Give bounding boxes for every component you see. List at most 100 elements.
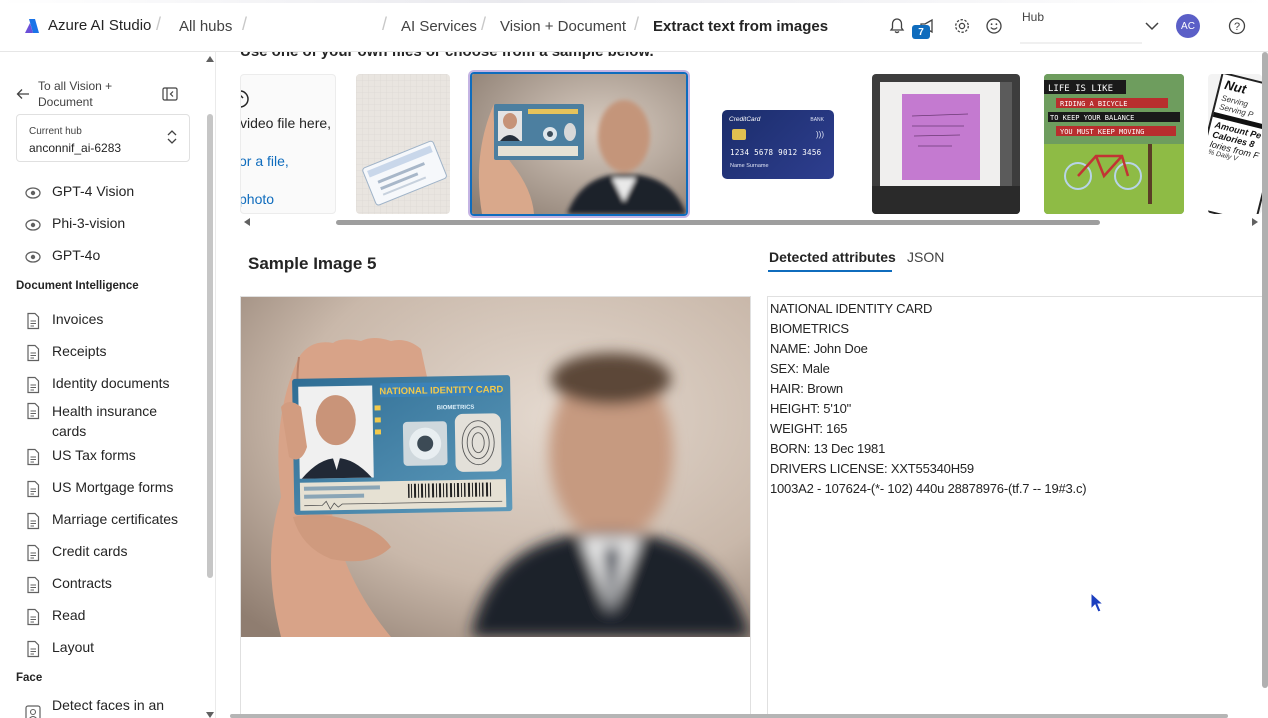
document-icon <box>27 344 40 362</box>
sidebar-item-read[interactable]: Read <box>24 607 85 626</box>
sample-thumbnail-credit-card[interactable]: CreditCard BANK ))) 1234 5678 9012 3456 … <box>706 74 846 214</box>
carousel-scroll-right-icon[interactable] <box>1252 218 1258 226</box>
upload-drop-text: video file here, <box>240 115 332 131</box>
breadcrumb-ai-services[interactable]: AI Services <box>401 18 477 35</box>
sample-thumbnail-nutrition-label[interactable]: Nut Serving Serving P Amount Pe Calories… <box>1208 74 1262 214</box>
page-scrollbar[interactable] <box>1262 52 1268 688</box>
take-photo-link[interactable]: photo <box>241 191 274 207</box>
sample-image-title: Sample Image 5 <box>248 254 377 273</box>
sidebar-item-health-insurance-cards[interactable]: Health insurance cards <box>24 401 170 441</box>
scroll-down-arrow-icon[interactable] <box>206 712 214 718</box>
breadcrumb-separator: / <box>156 14 162 34</box>
eye-icon <box>25 251 41 263</box>
notifications-bell-icon[interactable] <box>887 16 907 36</box>
sidebar-item-label: Health insurance cards <box>52 403 158 439</box>
attribute-line: BIOMETRICS <box>770 321 849 336</box>
carousel-scrollbar[interactable] <box>336 220 1100 225</box>
sidebar-item-gpt4o[interactable]: GPT-4o <box>24 247 100 266</box>
feedback-smiley-icon[interactable] <box>984 16 1004 36</box>
user-avatar[interactable]: AC <box>1176 14 1200 38</box>
credit-card-number: 1234 5678 9012 3456 <box>730 148 822 157</box>
social-security-card-thumbnail <box>356 74 450 214</box>
sidebar-scrollbar[interactable] <box>207 114 213 578</box>
sidebar-item-layout[interactable]: Layout <box>24 639 94 658</box>
tab-json[interactable]: JSON <box>907 249 944 265</box>
credit-card-bank: BANK <box>810 117 824 123</box>
sidebar-item-label: Contracts <box>52 575 112 591</box>
hub-selector-label: Hub <box>1022 10 1045 24</box>
sidebar-item-marriage-certificates[interactable]: Marriage certificates <box>24 511 178 530</box>
back-to-vision-document-link[interactable]: To all Vision + Document <box>16 78 148 110</box>
credit-card-image: CreditCard BANK ))) 1234 5678 9012 3456 … <box>722 110 834 179</box>
nutrition-label-image: Nut Serving Serving P Amount Pe Calories… <box>1208 74 1262 214</box>
hub-selector-field[interactable] <box>1020 42 1142 44</box>
back-link-label: To all Vision + Document <box>38 79 113 109</box>
section-heading-document-intelligence: Document Intelligence <box>16 280 139 292</box>
top-accent-line <box>0 0 1268 3</box>
attribute-line: DRIVERS LICENSE: XXT55340H59 <box>770 461 974 476</box>
upload-icon <box>241 90 249 108</box>
document-icon <box>27 402 40 420</box>
sidebar-item-label: GPT-4o <box>52 247 101 263</box>
face-frame-icon <box>25 705 41 718</box>
sidebar-item-invoices[interactable]: Invoices <box>24 311 103 330</box>
sidebar-item-credit-cards[interactable]: Credit cards <box>24 543 127 562</box>
sample-thumbnail-1[interactable] <box>356 74 450 214</box>
scroll-up-arrow-icon[interactable] <box>206 56 214 62</box>
id-card-subtitle-text: BIOMETRICS <box>437 405 475 412</box>
credit-card-label: CreditCard <box>729 116 761 123</box>
eye-icon <box>25 187 41 199</box>
sidebar-item-contracts[interactable]: Contracts <box>24 575 112 594</box>
sample-thumbnail-sticky-note[interactable] <box>872 74 1020 214</box>
contactless-icon: ))) <box>816 130 824 139</box>
sample-thumbnail-5-selected[interactable] <box>470 72 688 216</box>
document-icon <box>27 480 40 498</box>
breadcrumb-all-hubs[interactable]: All hubs <box>179 18 232 35</box>
sample-image-id-card-photo: NATIONAL IDENTITY CARD BIOMETRICS <box>241 297 750 637</box>
sidebar-item-us-tax-forms[interactable]: US Tax forms <box>24 447 136 466</box>
help-question-icon[interactable]: ? <box>1227 16 1247 36</box>
horizontal-page-scrollbar[interactable] <box>230 714 1228 718</box>
document-icon <box>27 576 40 594</box>
id-card-title-text: NATIONAL IDENTITY CARD <box>379 384 503 397</box>
notification-count-badge: 7 <box>912 25 930 39</box>
brand[interactable]: Azure AI Studio <box>24 17 151 34</box>
section-heading-face: Face <box>16 672 43 684</box>
attribute-line: 1003A2 - 107624-(*- 102) 440u 28878976-(… <box>770 481 1087 496</box>
breadcrumb-separator: / <box>634 14 640 34</box>
upload-file-card[interactable]: video file here, or a file, photo <box>240 74 336 214</box>
sidebar-item-phi3-vision[interactable]: Phi-3-vision <box>24 215 125 234</box>
attribute-line: WEIGHT: 165 <box>770 421 848 436</box>
sidebar-item-label: Phi-3-vision <box>52 215 126 231</box>
handwritten-note-thumbnail <box>872 74 1020 214</box>
carousel-scroll-left-icon[interactable] <box>244 218 250 226</box>
sidebar-item-receipts[interactable]: Receipts <box>24 343 106 362</box>
document-icon <box>27 544 40 562</box>
collapse-sidebar-icon[interactable] <box>162 87 178 101</box>
sidebar-item-label: Read <box>52 607 86 623</box>
breadcrumb-vision-document[interactable]: Vision + Document <box>500 18 626 35</box>
sidebar-item-label: Identity documents <box>52 375 170 391</box>
attribute-line: HAIR: Brown <box>770 381 843 396</box>
attribute-line: NATIONAL IDENTITY CARD <box>770 301 933 316</box>
settings-gear-icon[interactable] <box>952 16 972 36</box>
top-navigation-bar: Azure AI Studio / All hubs / / AI Servic… <box>0 0 1268 52</box>
current-hub-selector[interactable]: Current hub anconnif_ai-6283 <box>16 114 190 162</box>
eye-icon <box>25 219 41 231</box>
sidebar-item-identity-documents[interactable]: Identity documents <box>24 375 170 394</box>
browse-file-link[interactable]: or a file, <box>241 153 289 169</box>
sample-thumbnail-bicycle-poster[interactable]: LIFE IS LIKE RIDING A BICYCLE TO KEEP YO… <box>1044 74 1184 214</box>
attribute-line: BORN: 13 Dec 1981 <box>770 441 886 456</box>
document-icon <box>27 376 40 394</box>
breadcrumb-separator: / <box>481 14 487 34</box>
sidebar-item-gpt4-vision[interactable]: GPT-4 Vision <box>24 183 134 202</box>
tab-detected-attributes[interactable]: Detected attributes <box>769 249 896 265</box>
detected-attributes-panel: NATIONAL IDENTITY CARD BIOMETRICS NAME: … <box>767 296 1268 718</box>
poster-line-3: TO KEEP YOUR BALANCE <box>1050 114 1134 122</box>
chevron-down-icon[interactable] <box>1142 16 1162 36</box>
azure-ai-logo-icon <box>25 18 39 33</box>
sidebar-item-detect-faces[interactable]: Detect faces in an <box>24 697 164 718</box>
sidebar-item-us-mortgage-forms[interactable]: US Mortgage forms <box>24 479 173 498</box>
chip-icon <box>732 129 746 140</box>
sidebar-item-label: Detect faces in an <box>52 697 165 713</box>
